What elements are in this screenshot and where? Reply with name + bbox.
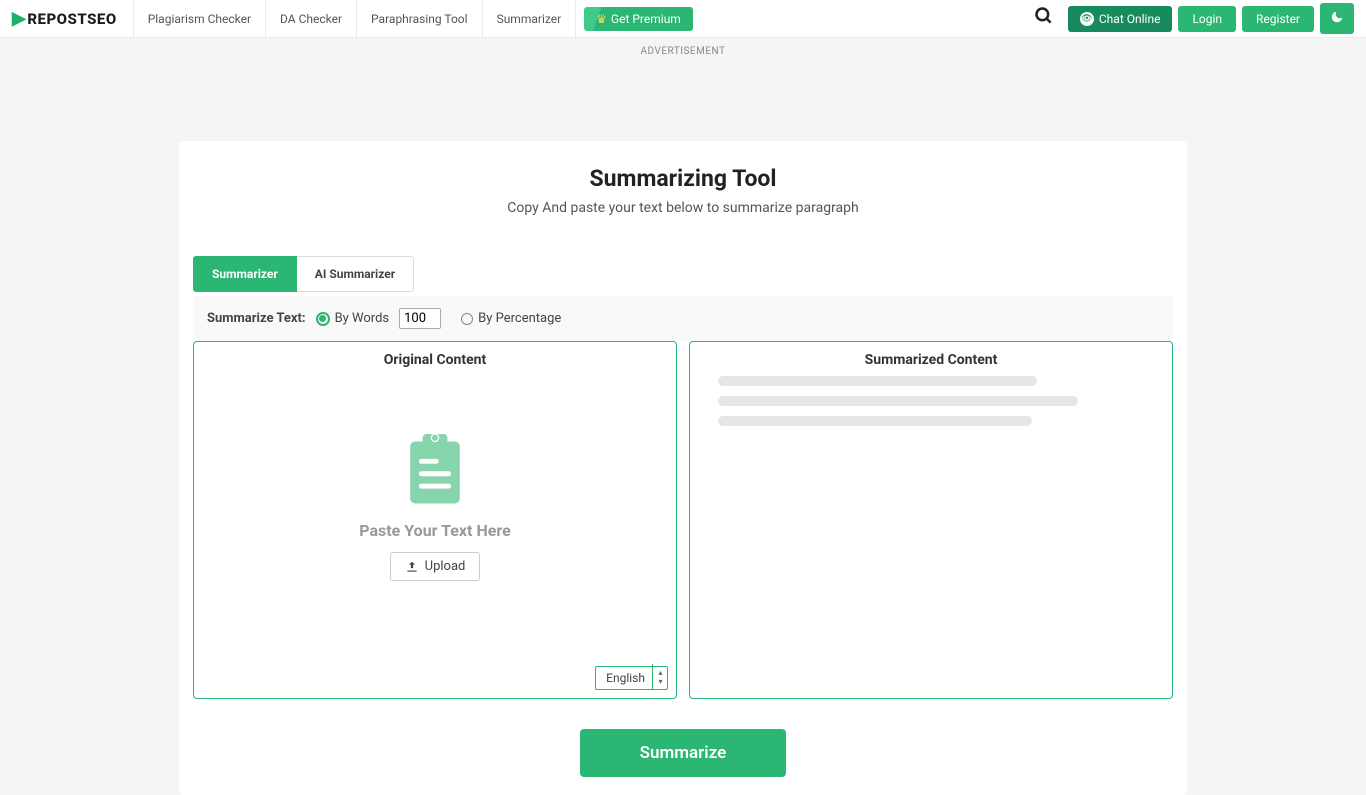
- nav-right: 👁 Chat Online Login Register: [1034, 3, 1354, 34]
- tab-ai-summarizer[interactable]: AI Summarizer: [297, 256, 414, 292]
- original-placeholder-area[interactable]: Paste Your Text Here Upload: [204, 386, 666, 626]
- nav-plagiarism[interactable]: Plagiarism Checker: [133, 0, 266, 37]
- summarize-text-label: Summarize Text:: [207, 311, 306, 326]
- tab-summarizer[interactable]: Summarizer: [193, 256, 297, 292]
- logo-text: REPOSTSEO: [27, 10, 116, 28]
- summarized-title: Summarized Content: [700, 352, 1162, 368]
- tabs: Summarizer AI Summarizer: [193, 256, 1173, 292]
- login-button[interactable]: Login: [1178, 6, 1236, 32]
- skeleton-line: [718, 396, 1078, 406]
- skeleton-line: [718, 416, 1032, 426]
- by-percentage-label: By Percentage: [478, 311, 561, 326]
- summarized-content-box: Summarized Content: [689, 341, 1173, 699]
- language-value: English: [606, 671, 645, 685]
- main-card: Summarizing Tool Copy And paste your tex…: [179, 141, 1187, 795]
- upload-button[interactable]: Upload: [390, 552, 481, 581]
- navbar: ▶ REPOSTSEO Plagiarism Checker DA Checke…: [0, 0, 1366, 38]
- dark-mode-toggle[interactable]: [1320, 3, 1354, 34]
- by-words-label: By Words: [335, 311, 390, 326]
- ad-label: ADVERTISEMENT: [0, 38, 1366, 61]
- nav-da-checker[interactable]: DA Checker: [266, 0, 357, 37]
- skeleton-line: [718, 376, 1037, 386]
- paste-placeholder-text: Paste Your Text Here: [359, 521, 511, 540]
- crown-icon: ♛: [596, 12, 607, 26]
- nav-paraphrasing[interactable]: Paraphrasing Tool: [357, 0, 483, 37]
- page-subtitle: Copy And paste your text below to summar…: [193, 200, 1173, 216]
- options-bar: Summarize Text: By Words By Percentage: [193, 296, 1173, 341]
- page-title: Summarizing Tool: [193, 165, 1173, 192]
- original-content-box: Original Content Paste Your Text Here Up…: [193, 341, 677, 699]
- nav-summarizer[interactable]: Summarizer: [483, 0, 577, 37]
- moon-icon: [1330, 10, 1344, 24]
- eye-icon: 👁: [1080, 12, 1094, 26]
- language-select[interactable]: English: [595, 666, 668, 690]
- by-percentage-radio[interactable]: [461, 313, 473, 325]
- get-premium-label: Get Premium: [611, 12, 681, 26]
- upload-icon: [405, 560, 419, 574]
- words-count-input[interactable]: [399, 308, 441, 329]
- original-title: Original Content: [204, 352, 666, 368]
- by-words-radio-group: By Words: [316, 311, 390, 326]
- logo[interactable]: ▶ REPOSTSEO: [12, 8, 117, 29]
- by-words-radio[interactable]: [316, 312, 330, 326]
- by-percentage-radio-group: By Percentage: [461, 311, 561, 326]
- logo-arrow-icon: ▶: [12, 8, 26, 29]
- summarize-button[interactable]: Summarize: [580, 729, 787, 777]
- get-premium-button[interactable]: ♛ Get Premium: [584, 7, 693, 31]
- content-boxes: Original Content Paste Your Text Here Up…: [193, 341, 1173, 711]
- chat-online-button[interactable]: 👁 Chat Online: [1068, 6, 1173, 32]
- nav-links: Plagiarism Checker DA Checker Paraphrasi…: [133, 0, 576, 37]
- clipboard-icon: [404, 431, 466, 509]
- nav-left: ▶ REPOSTSEO Plagiarism Checker DA Checke…: [12, 0, 693, 37]
- summarize-action-area: Summarize: [193, 711, 1173, 795]
- search-icon[interactable]: [1034, 6, 1054, 31]
- register-button[interactable]: Register: [1242, 6, 1314, 32]
- chat-online-label: Chat Online: [1099, 12, 1161, 26]
- upload-label: Upload: [425, 559, 466, 574]
